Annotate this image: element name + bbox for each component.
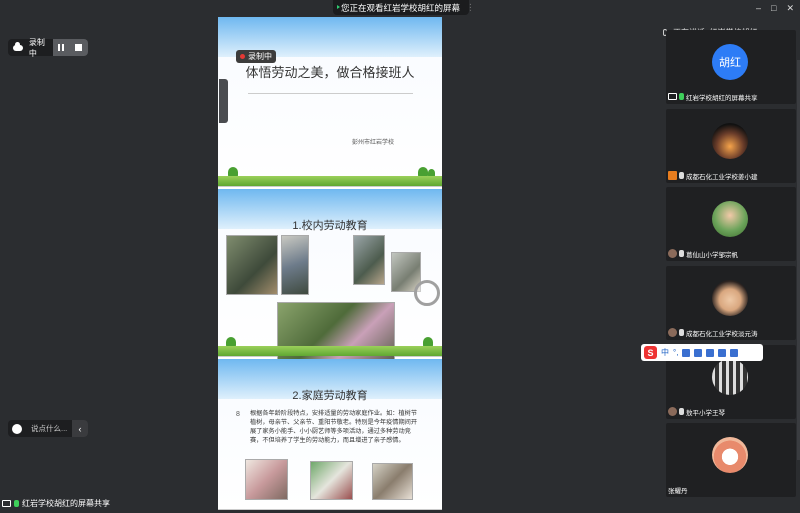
viewing-banner-text: 您正在观看红岩学校胡红的屏幕	[341, 2, 461, 13]
user-avatar-icon	[668, 407, 677, 416]
avatar	[712, 201, 748, 237]
participant-tile[interactable]: 成都石化工业学校淡元涛	[666, 266, 796, 340]
collapse-chat-button[interactable]: ‹	[72, 420, 88, 437]
avatar: 胡红	[712, 44, 748, 80]
emoji-icon[interactable]	[682, 348, 691, 357]
meeting-window: 您正在观看红岩学校胡红的屏幕 ⋮ – □ ✕ 录制中 录制中 体悟劳动之美，做合…	[0, 0, 800, 513]
ime-punctuation-button[interactable]: °,	[673, 348, 678, 357]
close-button[interactable]: ✕	[786, 3, 794, 14]
emoji-icon[interactable]	[12, 423, 22, 434]
toolbox-icon[interactable]	[730, 348, 739, 357]
stop-recording-button[interactable]	[75, 44, 83, 51]
recording-tag-label: 录制中	[248, 52, 272, 61]
screen-share-label: 红岩学校胡红的屏幕共享	[22, 498, 110, 508]
participant-label: 张耀丹	[668, 484, 688, 495]
screen-share-icon	[2, 499, 11, 507]
participant-name: 敖平小学王琴	[686, 409, 725, 417]
skin-icon[interactable]	[718, 348, 727, 357]
avatar	[712, 359, 748, 395]
keyboard-icon[interactable]	[706, 348, 715, 357]
participant-tile[interactable]: 张耀丹	[666, 423, 796, 497]
participant-tile[interactable]: 葛仙山小学邹宗帆	[666, 187, 796, 261]
participant-label: 成都石化工业学校淡元涛	[668, 327, 758, 338]
cloud-icon	[13, 41, 23, 51]
panel-collapse-handle[interactable]	[219, 79, 228, 123]
screen-share-status: 红岩学校胡红的屏幕共享	[0, 496, 110, 510]
record-dot-icon	[240, 54, 245, 59]
photo-home-cooking	[245, 459, 288, 500]
photo-home-chores	[310, 461, 353, 500]
participant-label: 葛仙山小学邹宗帆	[668, 248, 738, 259]
mic-icon	[679, 172, 684, 179]
participant-name: 红岩学校胡红的屏幕共享	[686, 94, 758, 102]
slide-body-text: 根据各年龄阶段特点，安排适量的劳动家庭作业。如：植树节植树，母亲节、父亲节、重阳…	[250, 410, 418, 444]
ime-toolbar: S 中 °,	[641, 344, 763, 361]
participant-label: 成都石化工业学校姜小建	[668, 170, 758, 181]
window-controls: – □ ✕	[756, 3, 794, 14]
photo-classroom-cleaning	[353, 235, 385, 285]
shared-screen: 录制中 体悟劳动之美，做合格接班人 彭州市红岩学校 1.校内劳动教育 2.家庭劳…	[218, 17, 442, 510]
avatar	[712, 280, 748, 316]
user-icon	[668, 171, 677, 180]
slide-home-labor: 2.家庭劳动教育 8 根据各年龄阶段特点，安排适量的劳动家庭作业。如：植树节植树…	[218, 359, 442, 510]
participant-name: 成都石化工业学校姜小建	[686, 173, 758, 181]
slide-school-labor: 1.校内劳动教育	[218, 189, 442, 380]
participant-tile[interactable]: 成都石化工业学校姜小建	[666, 109, 796, 183]
participant-label: 敖平小学王琴	[668, 406, 725, 417]
slide-section-title: 2.家庭劳动教育	[292, 390, 368, 402]
screen-share-icon	[668, 93, 677, 100]
photo-home-washing	[372, 463, 413, 500]
user-avatar-icon	[668, 328, 677, 337]
mic-on-icon	[14, 499, 19, 507]
avatar	[712, 123, 748, 159]
sogou-logo-icon[interactable]: S	[644, 346, 657, 359]
user-avatar-icon	[668, 249, 677, 258]
participant-name: 张耀丹	[668, 487, 688, 495]
mic-on-icon	[679, 93, 684, 100]
minimize-button[interactable]: –	[756, 3, 761, 14]
pause-recording-button[interactable]	[58, 44, 65, 51]
photo-students-cleaning	[226, 235, 278, 295]
mic-icon	[679, 329, 684, 336]
maximize-button[interactable]: □	[771, 3, 776, 14]
slide-bullet-marker: 8	[236, 411, 240, 418]
mic-icon	[679, 408, 684, 415]
avatar	[712, 437, 748, 473]
banner-more-icon[interactable]: ⋮	[466, 2, 475, 13]
chat-input[interactable]: 说点什么... ‹	[8, 420, 88, 437]
school-name: 彭州市红岩学校	[352, 140, 395, 146]
viewing-banner: 您正在观看红岩学校胡红的屏幕 ⋮	[333, 0, 475, 15]
slide-title-text: 体悟劳动之美，做合格接班人	[245, 65, 415, 80]
participant-name: 成都石化工业学校淡元涛	[686, 330, 758, 338]
voice-icon[interactable]	[694, 348, 703, 357]
photo-students-sweeping	[281, 235, 309, 295]
chat-placeholder: 说点什么...	[31, 424, 68, 433]
participant-tile[interactable]: 胡红 红岩学校胡红的屏幕共享	[666, 30, 796, 104]
participant-name: 葛仙山小学邹宗帆	[686, 251, 738, 259]
annotation-pointer-icon[interactable]	[414, 280, 440, 306]
slide-title: 录制中 体悟劳动之美，做合格接班人 彭州市红岩学校	[218, 17, 442, 187]
mic-icon	[679, 250, 684, 257]
participant-label: 红岩学校胡红的屏幕共享	[668, 91, 758, 102]
recording-status: 录制中	[8, 37, 88, 58]
ime-mode-button[interactable]: 中	[661, 347, 669, 358]
recording-controls	[52, 39, 88, 56]
recording-label: 录制中	[28, 37, 45, 58]
